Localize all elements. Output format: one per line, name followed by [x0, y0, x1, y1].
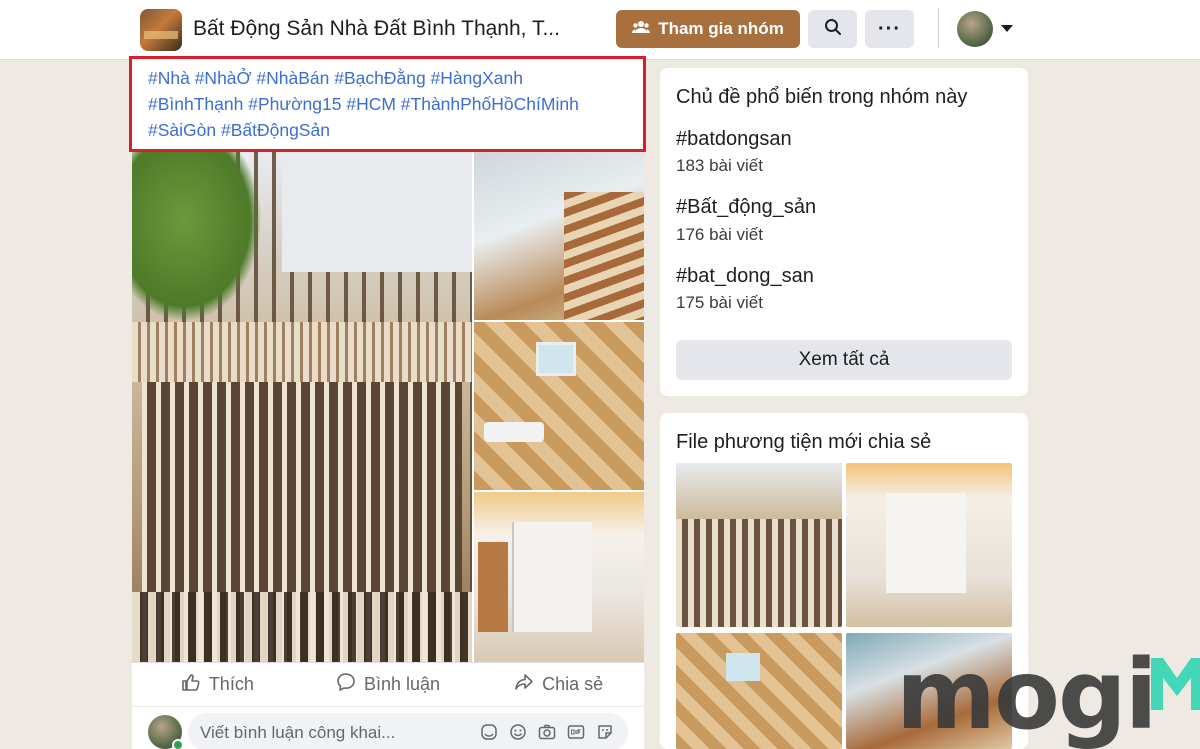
search-icon — [824, 18, 842, 41]
comment-button[interactable]: Bình luận — [303, 672, 474, 697]
avatar-sticker-icon[interactable] — [479, 722, 498, 741]
camera-icon[interactable] — [537, 722, 556, 741]
group-header: Bất Động Sản Nhà Đất Bình Thạnh, T... Th… — [0, 0, 1200, 60]
join-group-button[interactable]: Tham gia nhóm — [616, 10, 800, 48]
header-divider — [938, 8, 939, 48]
post-photo-bathroom[interactable] — [474, 322, 644, 490]
share-button[interactable]: Chia sẻ — [473, 672, 644, 697]
mogi-logo-m-icon — [1147, 654, 1200, 712]
join-group-label: Tham gia nhóm — [658, 19, 784, 38]
emoji-icon[interactable] — [508, 722, 527, 741]
mogi-watermark: mogi — [896, 639, 1158, 749]
comment-placeholder: Viết bình luận công khai... — [200, 723, 396, 742]
topic-post-count: 176 bài viết — [676, 225, 763, 244]
comment-bubble-icon — [336, 672, 356, 697]
group-people-icon — [632, 19, 651, 39]
comment-composer: Viết bình luận công khai... — [132, 706, 644, 749]
online-status-dot — [172, 739, 184, 749]
topic-post-count: 183 bài viết — [676, 156, 763, 175]
like-label: Thích — [208, 674, 254, 694]
search-button[interactable] — [808, 10, 857, 48]
hashtag-line[interactable]: #Nhà #NhàỞ #NhàBán #BạchĐằng #HàngXanh — [148, 65, 643, 91]
popular-topics-title: Chủ đề phổ biến trong nhóm này — [676, 86, 968, 108]
media-thumbnail[interactable] — [676, 463, 842, 627]
like-button[interactable]: Thích — [132, 672, 303, 697]
hashtag-line[interactable]: #SàiGòn #BấtĐộngSản — [148, 117, 643, 143]
share-arrow-icon — [514, 672, 534, 697]
hashtag-line[interactable]: #BìnhThạnh #Phường15 #HCM #ThànhPhốHồChí… — [148, 91, 643, 117]
media-thumbnail[interactable] — [676, 633, 842, 749]
media-thumbnail[interactable] — [846, 463, 1012, 627]
more-icon: ··· — [878, 17, 901, 40]
thumbs-up-icon — [181, 672, 201, 697]
share-label: Chia sẻ — [542, 674, 604, 694]
topic-name[interactable]: #Bất_động_sản — [676, 196, 816, 219]
comment-input[interactable]: Viết bình luận công khai... — [188, 713, 628, 749]
hashtag-highlight-box: #Nhà #NhàỞ #NhàBán #BạchĐằng #HàngXanh #… — [129, 56, 646, 152]
post-photo-staircase[interactable] — [474, 152, 644, 320]
post-photo-room[interactable] — [474, 492, 644, 662]
comment-tools — [479, 722, 614, 741]
group-avatar[interactable] — [140, 9, 182, 51]
more-options-button[interactable]: ··· — [865, 10, 914, 48]
sticker-icon[interactable] — [595, 722, 614, 741]
comment-label: Bình luận — [363, 674, 441, 694]
user-avatar[interactable] — [957, 11, 993, 47]
post-actions-bar: Thích Bình luận Chia sẻ — [132, 662, 644, 706]
post-photo-house-front[interactable] — [132, 152, 472, 662]
see-all-topics-button[interactable]: Xem tất cả — [676, 340, 1012, 380]
gif-icon[interactable] — [566, 722, 585, 741]
topic-name[interactable]: #bat_dong_san — [676, 265, 814, 288]
topic-post-count: 175 bài viết — [676, 293, 763, 312]
recent-media-title: File phương tiện mới chia sẻ — [676, 431, 932, 453]
popular-topics-card: Chủ đề phổ biến trong nhóm này #batdongs… — [660, 68, 1028, 396]
account-menu-caret-icon[interactable] — [1001, 25, 1013, 32]
topic-name[interactable]: #batdongsan — [676, 128, 792, 151]
group-title[interactable]: Bất Động Sản Nhà Đất Bình Thạnh, T... — [193, 17, 560, 41]
